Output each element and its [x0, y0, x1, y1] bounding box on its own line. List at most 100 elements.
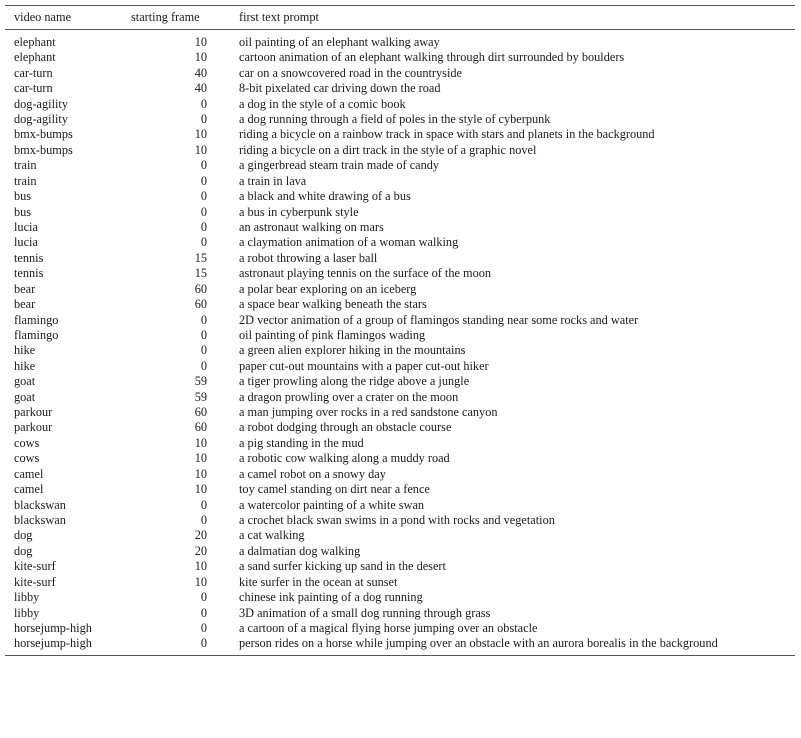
- cell-first-text-prompt: a robotic cow walking along a muddy road: [239, 451, 450, 466]
- cell-video-name: cows: [14, 451, 40, 466]
- cell-first-text-prompt: car on a snowcovered road in the country…: [239, 65, 462, 80]
- table-row: blackswan 0 a crochet black swan swims in …: [5, 513, 795, 528]
- cell-video-name: parkour: [14, 405, 53, 420]
- cell-first-text-prompt: person rides on a horse while jumping ov…: [222, 636, 795, 657]
- cell-starting-frame: 0: [200, 605, 207, 620]
- cell-starting-frame: 20: [194, 543, 207, 558]
- table-row: parkour 60 a robot dodging through an obst…: [5, 420, 795, 435]
- cell-video-name: lucia: [14, 235, 38, 250]
- cell-starting-frame: 0: [200, 312, 207, 327]
- cell-video-name: blackswan: [14, 513, 66, 527]
- cell-starting-frame: 60: [194, 297, 207, 312]
- cell-starting-frame: 0: [200, 173, 207, 188]
- cell-first-text-prompt: 3D animation of a small dog running thro…: [239, 605, 491, 620]
- cell-video-name: dog: [14, 543, 33, 558]
- cell-first-text-prompt: oil painting of an elephant walking away: [239, 34, 440, 49]
- cell-video-name: hike: [14, 358, 36, 373]
- cell-starting-frame: 15: [194, 266, 207, 281]
- cell-first-text-prompt: a bus in cyberpunk style: [239, 204, 359, 219]
- table-row: dog 20 a dalmatian dog walking: [5, 544, 795, 559]
- cell-video-name: train: [14, 173, 37, 188]
- cell-video-name: bear: [14, 297, 36, 312]
- column-header-first-text-prompt: first text prompt: [222, 4, 795, 31]
- cell-starting-frame: 20: [194, 528, 207, 543]
- cell-first-text-prompt: a robot dodging through an obstacle cour…: [239, 420, 452, 435]
- table-row: goat 59 a tiger prowling along the ridge a…: [5, 374, 795, 389]
- cell-video-name: cows: [14, 435, 40, 450]
- cell-video-name: bus: [14, 189, 32, 204]
- table-row: dog 20 a cat walking: [5, 528, 795, 543]
- cell-video-name: blackswan: [14, 497, 66, 512]
- cell-starting-frame: 0: [200, 158, 207, 173]
- cell-starting-frame: 59: [194, 389, 207, 404]
- table-row: blackswan 0 a watercolor painting of a whi…: [5, 498, 795, 513]
- cell-first-text-prompt: a cartoon of a magical flying horse jump…: [239, 620, 538, 635]
- table-header-row: video name starting frame first text pro…: [5, 4, 795, 31]
- cell-video-name: dog-agility: [14, 112, 68, 127]
- cell-first-text-prompt: a man jumping over rocks in a red sandst…: [239, 405, 498, 420]
- column-header-starting-frame: starting frame: [127, 4, 222, 31]
- table-row: horsejump-high 0 a cartoon of a magical fl…: [5, 621, 795, 636]
- cell-first-text-prompt: a train in lava: [239, 173, 307, 188]
- cell-first-text-prompt: a green alien explorer hiking in the mou…: [239, 343, 466, 358]
- cell-starting-frame: 10: [194, 466, 207, 481]
- cell-video-name: flamingo: [14, 327, 59, 342]
- table-row: kite-surf 10 kite surfer in the ocean at s…: [5, 575, 795, 590]
- cell-video-name: elephant: [14, 50, 56, 65]
- cell-video-name: tennis: [14, 250, 44, 265]
- table-row: flamingo 0 2D vector animation of a group …: [5, 313, 795, 328]
- cell-starting-frame: 10: [194, 435, 207, 450]
- cell-first-text-prompt: toy camel standing on dirt near a fence: [239, 482, 430, 497]
- table-row: cows 10 a pig standing in the mud: [5, 436, 795, 451]
- cell-video-name: elephant: [14, 34, 56, 49]
- cell-video-name: flamingo: [14, 312, 59, 327]
- table-row: bear 60 a polar bear exploring on an icebe…: [5, 282, 795, 297]
- table-row: elephant 10 oil painting of an elephant wa…: [5, 30, 795, 50]
- cell-first-text-prompt: a cat walking: [239, 528, 305, 543]
- cell-first-text-prompt: 8-bit pixelated car driving down the roa…: [239, 81, 441, 96]
- cell-video-name: bear: [14, 281, 36, 296]
- column-header-video-name: video name: [5, 4, 127, 31]
- cell-first-text-prompt: an astronaut walking on mars: [239, 219, 384, 234]
- cell-first-text-prompt: a dog in the style of a comic book: [239, 96, 406, 111]
- table-row: car-turn 40 8-bit pixelated car driving do…: [5, 81, 795, 96]
- cell-starting-frame: 10: [194, 142, 207, 157]
- cell-starting-frame: 0: [200, 112, 207, 127]
- cell-first-text-prompt: a dragon prowling over a crater on the m…: [239, 389, 459, 404]
- cell-video-name: dog: [14, 528, 33, 543]
- cell-starting-frame: 0: [200, 358, 207, 373]
- cell-video-name: hike: [14, 343, 36, 358]
- cell-starting-frame: 0: [200, 219, 207, 234]
- cell-video-name: horsejump-high: [5, 636, 127, 657]
- table-row: bus 0 a bus in cyberpunk style: [5, 205, 795, 220]
- table-row: flamingo 0 oil painting of pink flamingos …: [5, 328, 795, 343]
- cell-starting-frame: 0: [200, 235, 207, 250]
- cell-starting-frame: 0: [200, 189, 207, 204]
- table-row: hike 0 a green alien explorer hiking in th…: [5, 343, 795, 358]
- cell-first-text-prompt: astronaut playing tennis on the surface …: [239, 266, 492, 281]
- table-row: parkour 60 a man jumping over rocks in a r…: [5, 405, 795, 420]
- table-row: car-turn 40 car on a snowcovered road in t…: [5, 66, 795, 81]
- cell-first-text-prompt: oil painting of pink flamingos wading: [239, 327, 426, 342]
- table-row: libby 0 3D animation of a small dog runnin…: [5, 606, 795, 621]
- table-row: kite-surf 10 a sand surfer kicking up sand…: [5, 559, 795, 574]
- table-head: video name starting frame first text pro…: [5, 4, 795, 31]
- table-row: dog-agility 0 a dog running through a fiel…: [5, 112, 795, 127]
- table-row: bus 0 a black and white drawing of a bus: [5, 189, 795, 204]
- cell-starting-frame: 10: [194, 127, 207, 142]
- table-row: hike 0 paper cut-out mountains with a pape…: [5, 359, 795, 374]
- cell-video-name: camel: [14, 482, 44, 497]
- cell-video-name: dog-agility: [14, 96, 68, 111]
- cell-video-name: car-turn: [14, 81, 53, 96]
- cell-starting-frame: 10: [194, 482, 207, 497]
- cell-first-text-prompt: riding a bicycle on a dirt track in the …: [239, 142, 537, 157]
- cell-starting-frame: 60: [194, 281, 207, 296]
- cell-starting-frame: 0: [127, 636, 222, 657]
- cell-video-name: kite-surf: [14, 574, 56, 589]
- table-row: tennis 15 a robot throwing a laser ball: [5, 251, 795, 266]
- cell-first-text-prompt: a sand surfer kicking up sand in the des…: [239, 559, 446, 574]
- cell-first-text-prompt: a space bear walking beneath the stars: [239, 297, 427, 312]
- cell-video-name: libby: [14, 590, 40, 605]
- cell-starting-frame: 0: [200, 590, 207, 605]
- table-row: tennis 15 astronaut playing tennis on the …: [5, 266, 795, 281]
